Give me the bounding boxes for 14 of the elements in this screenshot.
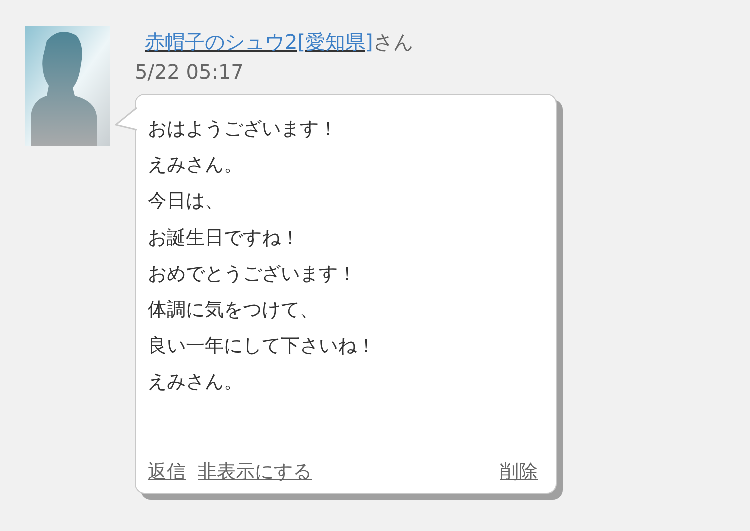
honorific: さん bbox=[373, 30, 414, 54]
action-link[interactable]: 非表示にする bbox=[198, 459, 312, 485]
message-line: 体調に気をつけて、 bbox=[148, 298, 320, 324]
message-line: お誕生日ですね！ bbox=[148, 226, 301, 251]
message-line: 今日は、 bbox=[148, 189, 225, 214]
message-line: おはようございます！ bbox=[148, 117, 339, 142]
message-line: おめでとうございます！ bbox=[148, 262, 358, 287]
message-line: 良い一年にして下さいね！ bbox=[148, 334, 377, 360]
delete-link[interactable]: 削除 bbox=[500, 459, 538, 485]
message-line: えみさん。 bbox=[148, 370, 244, 396]
author-link[interactable]: 赤帽子のシュウ2[愛知県] bbox=[145, 30, 374, 54]
message-line: えみさん。 bbox=[148, 153, 244, 178]
action-link[interactable]: 返信 bbox=[148, 459, 186, 485]
post-time: 5/22 05:17 bbox=[135, 59, 245, 86]
